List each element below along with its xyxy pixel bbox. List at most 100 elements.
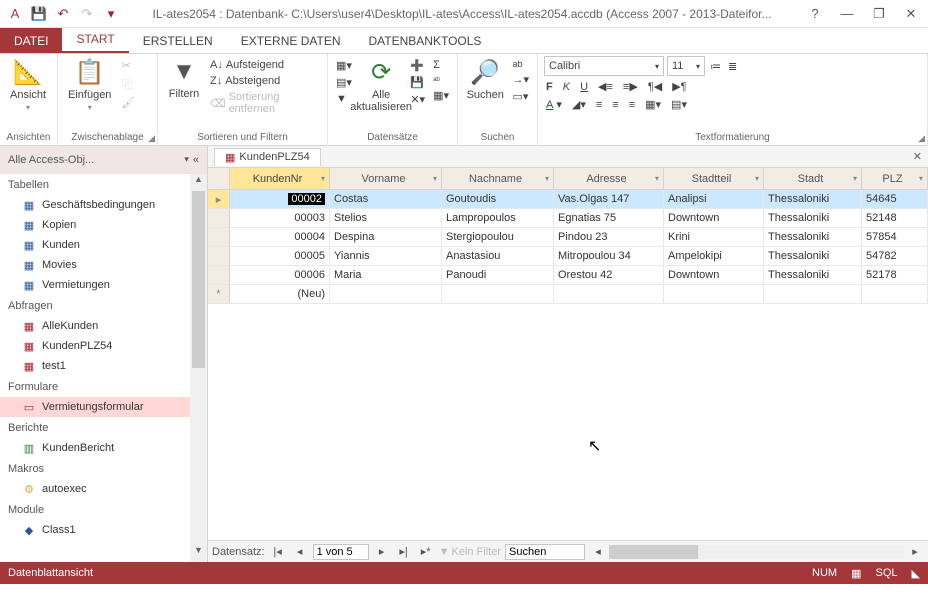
help-icon[interactable]: ?: [802, 6, 828, 22]
cell[interactable]: Thessaloniki: [764, 190, 862, 208]
einfuegen-button[interactable]: 📋Einfügen▾: [64, 56, 115, 114]
nav-item-allekunden[interactable]: ▦AlleKunden: [0, 316, 207, 336]
cell[interactable]: Yiannis: [330, 247, 442, 265]
cell[interactable]: [764, 285, 862, 303]
cell[interactable]: 00002: [230, 190, 330, 208]
cell[interactable]: 00005: [230, 247, 330, 265]
nav-item-kundenplz54[interactable]: ▦KundenPLZ54: [0, 336, 207, 356]
save-record-button[interactable]: 💾: [408, 75, 427, 90]
scrollbar-thumb[interactable]: [190, 191, 207, 545]
prev-record-button[interactable]: ◂: [291, 545, 309, 558]
nav-item-kunden[interactable]: ▦Kunden: [0, 235, 207, 255]
row-selector[interactable]: [208, 266, 230, 284]
format-launcher-icon[interactable]: ◢: [918, 133, 925, 144]
cell[interactable]: Costas: [330, 190, 442, 208]
cell[interactable]: 00006: [230, 266, 330, 284]
table-row[interactable]: 00006MariaPanoudiOrestou 42DowntownThess…: [208, 266, 928, 285]
tab-start[interactable]: START: [62, 26, 128, 53]
tab-externe-daten[interactable]: EXTERNE DATEN: [227, 28, 355, 53]
redo-icon[interactable]: ↷: [76, 3, 98, 25]
rtl-button[interactable]: ▶¶: [670, 79, 688, 94]
adv-filter-2[interactable]: ▤▾: [334, 75, 354, 90]
cell[interactable]: Pindou 23: [554, 228, 664, 246]
view-datasheet-icon[interactable]: ▦: [851, 567, 861, 580]
nav-section-abfragen[interactable]: Abfragen⌃: [0, 295, 207, 316]
new-row[interactable]: *(Neu): [208, 285, 928, 304]
search-record-input[interactable]: [505, 544, 585, 560]
column-header-vorname[interactable]: Vorname▾: [330, 168, 442, 189]
nav-pane-header[interactable]: Alle Access-Obj... ▾«: [0, 146, 207, 174]
fill-color-button[interactable]: ◢▾: [570, 97, 588, 112]
cell[interactable]: (Neu): [230, 285, 330, 303]
cell[interactable]: Stergiopoulou: [442, 228, 554, 246]
new-record-button[interactable]: ➕: [408, 58, 427, 73]
row-selector[interactable]: [208, 228, 230, 246]
cell[interactable]: [664, 285, 764, 303]
record-position-input[interactable]: [313, 544, 369, 560]
row-selector[interactable]: [208, 209, 230, 227]
nav-collapse-icon[interactable]: «: [193, 154, 199, 166]
italic-button[interactable]: K: [561, 80, 572, 94]
cell[interactable]: [330, 285, 442, 303]
align-center-button[interactable]: ≡: [610, 98, 620, 112]
cell[interactable]: Goutoudis: [442, 190, 554, 208]
table-row[interactable]: ▸00002CostasGoutoudisVas.Olgas 147Analip…: [208, 190, 928, 209]
table-row[interactable]: 00003SteliosLampropoulosEgnatias 75Downt…: [208, 209, 928, 228]
tab-close-icon[interactable]: ✕: [913, 150, 922, 163]
cell[interactable]: Analipsi: [664, 190, 764, 208]
cell[interactable]: Krini: [664, 228, 764, 246]
cell[interactable]: 52148: [862, 209, 928, 227]
hscroll-left-icon[interactable]: ◂: [589, 545, 607, 558]
cell[interactable]: Ampelokipi: [664, 247, 764, 265]
cut-button[interactable]: ✂: [119, 58, 137, 73]
minimize-icon[interactable]: —: [834, 6, 860, 22]
row-selector[interactable]: ▸: [208, 190, 230, 208]
column-header-stadtteil[interactable]: Stadtteil▾: [664, 168, 764, 189]
nav-item-vermietungen[interactable]: ▦Vermietungen: [0, 275, 207, 295]
cell[interactable]: Thessaloniki: [764, 266, 862, 284]
cell[interactable]: 54782: [862, 247, 928, 265]
row-selector[interactable]: [208, 247, 230, 265]
nav-item-movies[interactable]: ▦Movies: [0, 255, 207, 275]
document-tab[interactable]: ▦KundenPLZ54: [214, 148, 321, 166]
cell[interactable]: Downtown: [664, 266, 764, 284]
view-sql-icon[interactable]: SQL: [876, 567, 898, 579]
tab-datei[interactable]: DATEI: [0, 28, 62, 53]
cell[interactable]: Anastasiou: [442, 247, 554, 265]
tab-datenbanktools[interactable]: DATENBANKTOOLS: [355, 28, 496, 53]
font-color-button[interactable]: A▾: [544, 97, 564, 112]
cell[interactable]: 57854: [862, 228, 928, 246]
underline-button[interactable]: U: [578, 80, 590, 94]
more-records-button[interactable]: ▦▾: [431, 88, 451, 103]
nav-dropdown-icon[interactable]: ▾: [184, 154, 189, 166]
cell[interactable]: Panoudi: [442, 266, 554, 284]
cell[interactable]: Mitropoulou 34: [554, 247, 664, 265]
save-icon[interactable]: 💾: [28, 3, 50, 25]
nav-section-berichte[interactable]: Berichte⌃: [0, 417, 207, 438]
spelling-button[interactable]: ᵃᵇ: [431, 74, 451, 86]
column-dropdown-icon[interactable]: ▾: [755, 174, 759, 183]
nav-item-autoexec[interactable]: ⚙autoexec: [0, 479, 207, 499]
nav-item-test1[interactable]: ▦test1: [0, 356, 207, 376]
cell[interactable]: Thessaloniki: [764, 228, 862, 246]
column-header-kundennr[interactable]: KundenNr▾: [230, 168, 330, 189]
column-dropdown-icon[interactable]: ▾: [655, 174, 659, 183]
scroll-up-icon[interactable]: ▲: [190, 174, 207, 191]
totals-button[interactable]: Σ: [431, 58, 451, 72]
hscroll-track[interactable]: [609, 545, 904, 559]
adv-filter-1[interactable]: ▦▾: [334, 58, 354, 73]
cell[interactable]: Despina: [330, 228, 442, 246]
cell[interactable]: Thessaloniki: [764, 209, 862, 227]
gridlines-button[interactable]: ▦▾: [643, 97, 663, 112]
select-button[interactable]: ▭▾: [510, 89, 531, 104]
first-record-button[interactable]: |◂: [269, 545, 287, 558]
column-dropdown-icon[interactable]: ▾: [545, 174, 549, 183]
column-header-plz[interactable]: PLZ▾: [862, 168, 928, 189]
sort-clear-button[interactable]: ⌫Sortierung entfernen: [208, 90, 321, 116]
cell[interactable]: Thessaloniki: [764, 247, 862, 265]
column-header-nachname[interactable]: Nachname▾: [442, 168, 554, 189]
cell[interactable]: [862, 285, 928, 303]
qat-more-icon[interactable]: ▾: [100, 3, 122, 25]
column-dropdown-icon[interactable]: ▾: [919, 174, 923, 183]
filtern-button[interactable]: ▼Filtern: [164, 56, 204, 102]
